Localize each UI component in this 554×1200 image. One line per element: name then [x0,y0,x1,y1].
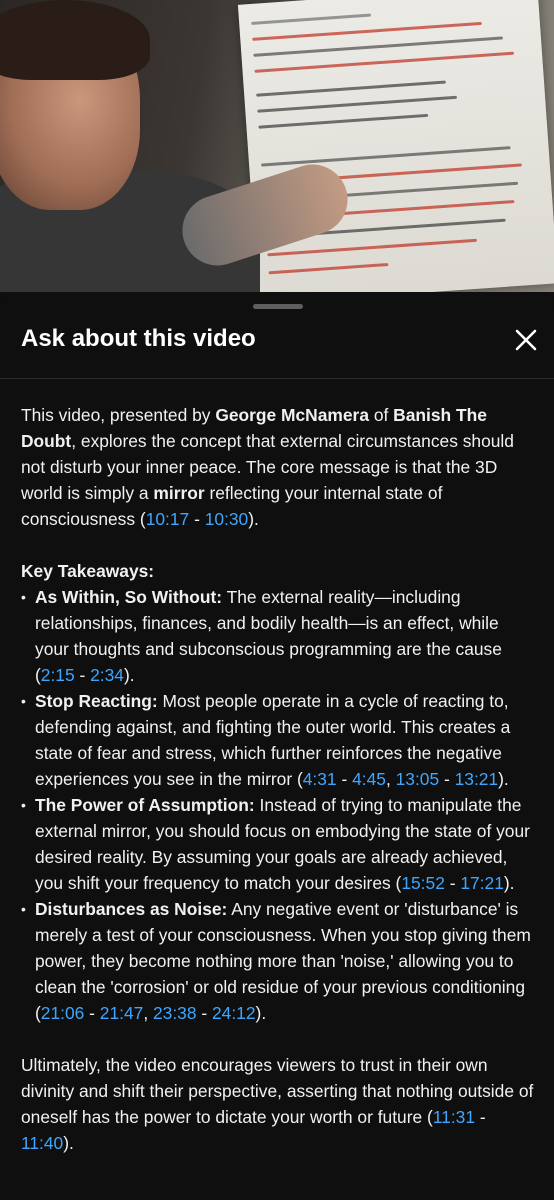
takeaway-item: Stop Reacting: Most people operate in a … [21,688,537,792]
separator: - [196,1003,212,1023]
whiteboard-line [267,238,478,257]
separator: - [475,1107,486,1127]
panel-title: Ask about this video [21,325,256,352]
divider [0,378,554,379]
takeaway-text: ). [255,1003,267,1023]
timestamp-link[interactable]: 24:12 [212,1003,256,1023]
separator: - [74,665,91,685]
timestamp-link[interactable]: 11:40 [21,1133,63,1153]
whiteboard [237,0,554,292]
separator: - [444,873,461,893]
takeaway-title: The Power of Assumption: [35,795,255,815]
takeaway-text: ). [123,665,135,685]
whiteboard-line [253,36,503,57]
keyword: mirror [153,483,205,503]
separator: , [385,769,396,789]
timestamp-link[interactable]: 13:21 [455,769,499,789]
intro-paragraph: This video, presented by George McNamera… [21,402,537,532]
separator: - [439,769,455,789]
takeaway-text: ). [498,769,509,789]
takeaway-text: ). [503,873,515,893]
presenter-hair [0,0,150,80]
conclusion-text: ). [63,1133,74,1153]
timestamp-link[interactable]: 21:06 [41,1003,85,1023]
intro-text: ). [248,509,259,529]
timestamp-link[interactable]: 10:30 [205,509,249,529]
timestamp-link[interactable]: 15:52 [401,873,445,893]
close-icon [515,329,537,351]
timestamp-link[interactable]: 2:15 [41,665,75,685]
takeaway-title: As Within, So Without: [35,587,223,607]
whiteboard-line [252,21,482,41]
takeaway-item: Disturbances as Noise: Any negative even… [21,896,537,1026]
separator: - [336,769,353,789]
takeaways-list: As Within, So Without: The external real… [21,584,537,1026]
intro-text: This video, presented by [21,405,216,425]
presenter-name: George McNamera [215,405,369,425]
close-button[interactable] [512,326,540,354]
drag-handle[interactable] [253,304,303,309]
takeaway-item: As Within, So Without: The external real… [21,584,537,688]
separator: , [143,1003,153,1023]
whiteboard-line [257,95,457,113]
answer-content: This video, presented by George McNamera… [21,402,537,1156]
timestamp-link[interactable]: 13:05 [396,769,440,789]
takeaway-title: Stop Reacting: [35,691,158,711]
separator: - [189,509,205,529]
separator: - [84,1003,100,1023]
timestamp-link[interactable]: 10:17 [146,509,190,529]
timestamp-link[interactable]: 11:31 [433,1107,475,1127]
timestamp-link[interactable]: 17:21 [460,873,504,893]
whiteboard-line [268,262,389,275]
timestamp-link[interactable]: 21:47 [100,1003,144,1023]
timestamp-link[interactable]: 23:38 [153,1003,197,1023]
ask-video-panel: Ask about this video This video, present… [0,292,554,1200]
takeaway-item: The Power of Assumption: Instead of tryi… [21,792,537,896]
whiteboard-line [256,80,446,97]
timestamp-link[interactable]: 2:34 [90,665,124,685]
takeaway-title: Disturbances as Noise: [35,899,228,919]
takeaways-heading: Key Takeaways: [21,561,155,581]
timestamp-link[interactable]: 4:45 [352,769,386,789]
whiteboard-line [258,113,429,129]
intro-text: of [369,405,394,425]
conclusion-paragraph: Ultimately, the video encourages viewers… [21,1052,537,1156]
whiteboard-line [261,146,511,167]
whiteboard-line [251,13,372,25]
video-player[interactable] [0,0,554,292]
whiteboard-line [254,51,515,73]
timestamp-link[interactable]: 4:31 [303,769,337,789]
